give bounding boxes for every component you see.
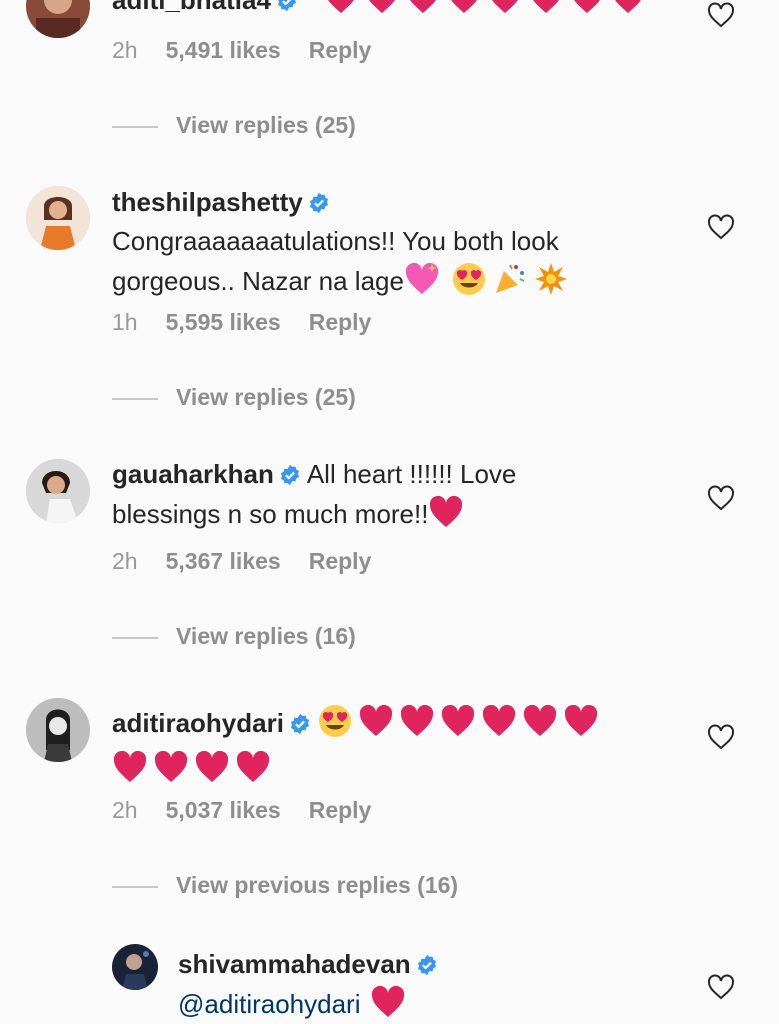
username[interactable]: shivammahadevan	[178, 949, 411, 979]
comment-meta: 1h 5,595 likes Reply	[112, 309, 399, 336]
view-replies-button[interactable]: View replies (16)	[112, 623, 356, 650]
likes-count[interactable]: 5,595 likes	[166, 309, 281, 335]
red-heart-icon	[428, 494, 464, 530]
red-heart-icon	[563, 703, 599, 739]
reply-button[interactable]: Reply	[309, 548, 372, 574]
username[interactable]: theshilpashetty	[112, 187, 303, 217]
likes-count[interactable]: 5,367 likes	[166, 548, 281, 574]
comment-meta: 2h 5,491 likes Reply	[112, 37, 399, 64]
view-replies-button[interactable]: View replies (25)	[112, 112, 356, 139]
comment-time: 1h	[112, 309, 138, 335]
verified-badge-icon	[289, 713, 311, 735]
divider-line	[112, 885, 158, 888]
view-previous-replies-button[interactable]: View previous replies (16)	[112, 872, 458, 899]
divider-line	[112, 397, 158, 400]
divider-line	[112, 125, 158, 128]
avatar[interactable]	[112, 944, 158, 990]
comment-time: 2h	[112, 797, 138, 823]
red-heart-icon	[370, 984, 406, 1020]
view-replies-label: View replies (25)	[176, 384, 356, 410]
avatar[interactable]	[26, 186, 90, 250]
verified-badge-icon	[276, 0, 298, 12]
red-heart-icon	[399, 703, 435, 739]
view-replies-label: View replies (25)	[176, 112, 356, 138]
red-heart-icon	[405, 0, 441, 16]
like-heart-icon[interactable]	[706, 0, 736, 30]
verified-badge-icon	[308, 192, 330, 214]
red-heart-icon	[358, 703, 394, 739]
likes-count[interactable]: 5,037 likes	[166, 797, 281, 823]
heart-eyes-emoji-icon	[317, 703, 353, 739]
like-heart-icon[interactable]	[706, 212, 736, 242]
red-heart-icon	[440, 703, 476, 739]
username[interactable]: aditi_bhatia4	[112, 0, 271, 15]
username[interactable]: gauaharkhan	[112, 459, 274, 489]
like-heart-icon[interactable]	[706, 722, 736, 752]
comment-text-line1: All heart !!!!!! Love	[306, 459, 517, 489]
divider-line	[112, 636, 158, 639]
red-heart-icon	[112, 749, 148, 785]
red-heart-icon	[610, 0, 646, 16]
comment-text-line2: gorgeous.. Nazar na lage	[112, 266, 404, 296]
view-replies-button[interactable]: View replies (25)	[112, 384, 356, 411]
party-popper-icon	[492, 261, 528, 297]
avatar[interactable]	[26, 0, 90, 38]
heart-emoji-row	[323, 0, 651, 15]
sparkling-heart-icon	[404, 261, 440, 297]
red-heart-icon	[235, 749, 271, 785]
red-heart-icon	[153, 749, 189, 785]
avatar[interactable]	[26, 459, 90, 523]
collision-icon	[533, 261, 569, 297]
comment-text-line2: blessings n so much more!!	[112, 499, 429, 529]
heart-eyes-emoji-icon	[451, 261, 487, 297]
red-heart-icon	[194, 749, 230, 785]
avatar[interactable]	[26, 698, 90, 762]
red-heart-icon	[528, 0, 564, 16]
red-heart-icon	[481, 703, 517, 739]
red-heart-icon	[569, 0, 605, 16]
red-heart-icon	[522, 703, 558, 739]
comment-time: 2h	[112, 548, 138, 574]
red-heart-icon	[323, 0, 359, 16]
reply-button[interactable]: Reply	[309, 797, 372, 823]
verified-badge-icon	[279, 464, 301, 486]
reply-button[interactable]: Reply	[309, 37, 372, 63]
comment-time: 2h	[112, 37, 138, 63]
reply-button[interactable]: Reply	[309, 309, 372, 335]
comment-meta: 2h 5,367 likes Reply	[112, 548, 399, 575]
verified-badge-icon	[416, 954, 438, 976]
comment-meta: 2h 5,037 likes Reply	[112, 797, 399, 824]
mention-link[interactable]: @aditiraohydari	[178, 989, 360, 1019]
username[interactable]: aditiraohydari	[112, 708, 284, 738]
view-replies-label: View replies (16)	[176, 623, 356, 649]
comment-text-line1: Congraaaaaaatulations!! You both look	[112, 226, 559, 256]
red-heart-icon	[446, 0, 482, 16]
likes-count[interactable]: 5,491 likes	[166, 37, 281, 63]
like-heart-icon[interactable]	[706, 972, 736, 1002]
red-heart-icon	[364, 0, 400, 16]
view-replies-label: View previous replies (16)	[176, 872, 459, 898]
red-heart-icon	[487, 0, 523, 16]
like-heart-icon[interactable]	[706, 483, 736, 513]
